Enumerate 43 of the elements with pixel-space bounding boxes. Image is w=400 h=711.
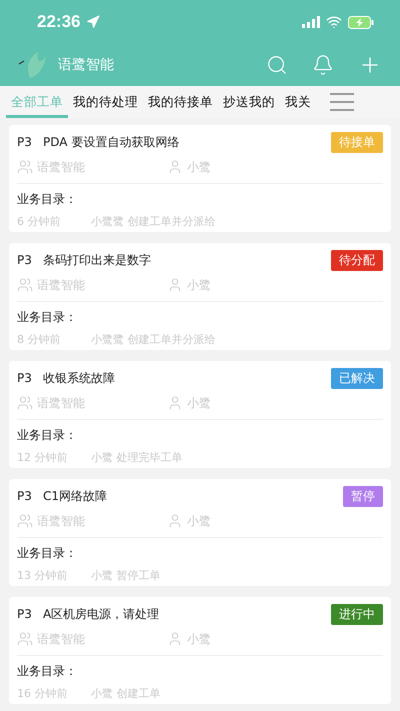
group-icon [17,159,33,175]
group-icon [17,277,33,293]
wifi-icon [326,14,342,30]
person-icon [167,513,183,529]
group-icon [17,513,33,529]
person-icon [167,631,183,647]
priority-label: P3 [17,489,33,503]
catalog-label: 业务目录： [17,308,78,326]
priority-label: P3 [17,253,33,267]
tab[interactable]: 我的待接单 [143,86,218,118]
group-icon [17,631,33,647]
tab[interactable]: 抄送我的 [218,86,280,118]
ticket-title: 收银系统故障 [43,370,116,386]
person-icon [167,277,183,293]
app-title: 语鹭智能 [58,56,115,74]
catalog-label: 业务目录： [17,544,78,562]
menu-icon[interactable] [330,92,354,112]
search-icon[interactable] [266,54,288,76]
priority-label: P3 [17,371,33,385]
location-icon [86,15,100,29]
status-time: 22:36 [37,12,80,32]
catalog-label: 业务目录： [17,662,78,680]
battery-icon [348,16,374,28]
tab[interactable]: 我关 [280,86,316,118]
status-badge: 已解决 [331,368,383,388]
ticket-title: PDA 要设置自动获取网络 [43,134,180,150]
catalog-label: 业务目录： [17,190,78,208]
tab[interactable]: 我的待处理 [68,86,143,118]
status-badge: 暂停 [343,486,383,506]
ticket-title: A区机房电源，请处理 [43,606,160,622]
person-icon [167,395,183,411]
group-icon [17,395,33,411]
priority-label: P3 [17,135,33,149]
ticket-title: C1网络故障 [43,488,108,504]
priority-label: P3 [17,607,33,621]
status-badge: 待分配 [331,250,383,270]
catalog-label: 业务目录： [17,426,78,444]
status-badge: 进行中 [331,604,383,624]
status-badge: 待接单 [331,132,383,152]
ticket-title: 条码打印出来是数字 [43,252,152,268]
signal-icon [302,16,320,28]
person-icon [167,159,183,175]
bell-icon[interactable] [312,54,334,76]
